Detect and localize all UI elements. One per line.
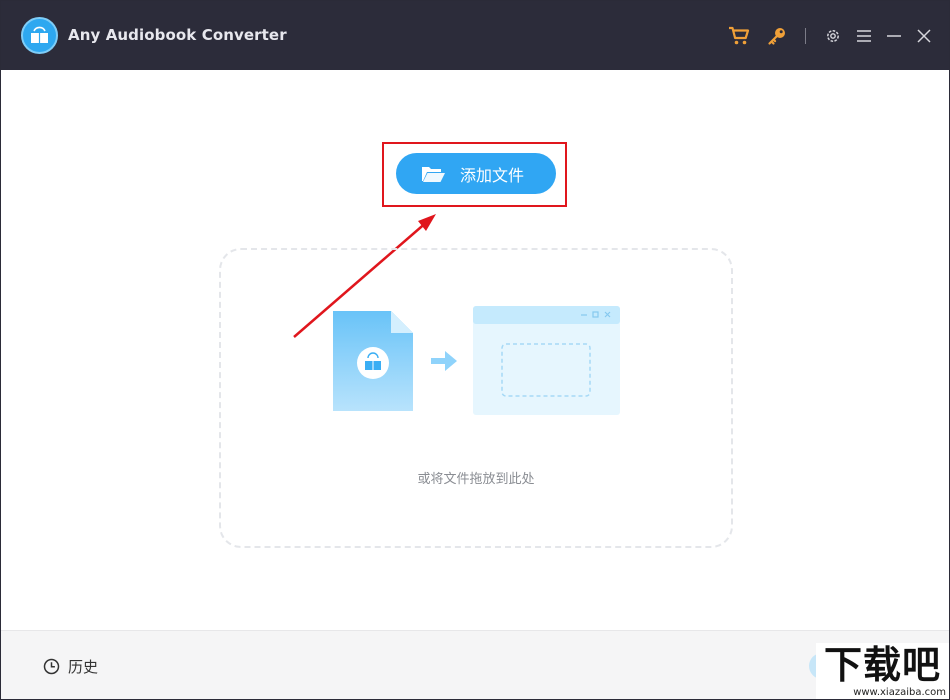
watermark-url: www.xiazaiba.com xyxy=(853,687,946,698)
history-button[interactable]: 历史 xyxy=(43,656,98,677)
drag-drop-illustration xyxy=(333,306,620,415)
add-files-label: 添加文件 xyxy=(460,165,525,185)
app-title: Any Audiobook Converter xyxy=(68,26,287,44)
audiobook-logo-icon xyxy=(21,17,58,54)
app-window: Any Audiobook Converter 添加文件 或将文件拖放到此处 历… xyxy=(0,0,950,700)
close-icon[interactable] xyxy=(913,25,935,47)
menu-icon[interactable] xyxy=(853,25,875,47)
main-area: 添加文件 或将文件拖放到此处 xyxy=(1,70,949,630)
footer-bar: 历史 xyxy=(1,630,949,699)
drop-hint-text: 或将文件拖放到此处 xyxy=(417,472,535,487)
gear-icon[interactable] xyxy=(822,25,844,47)
title-bar[interactable]: Any Audiobook Converter xyxy=(1,1,949,70)
toolbar-divider xyxy=(805,28,806,44)
key-icon[interactable] xyxy=(766,25,788,47)
watermark: 下载吧 www.xiazaiba.com xyxy=(816,643,949,699)
minimize-icon[interactable] xyxy=(883,25,905,47)
clock-icon xyxy=(43,658,60,675)
history-label: 历史 xyxy=(68,658,99,676)
cart-icon[interactable] xyxy=(728,25,750,47)
add-files-button[interactable]: 添加文件 xyxy=(396,153,556,194)
folder-open-icon xyxy=(420,164,446,184)
watermark-logo-text: 下载吧 xyxy=(823,643,941,687)
